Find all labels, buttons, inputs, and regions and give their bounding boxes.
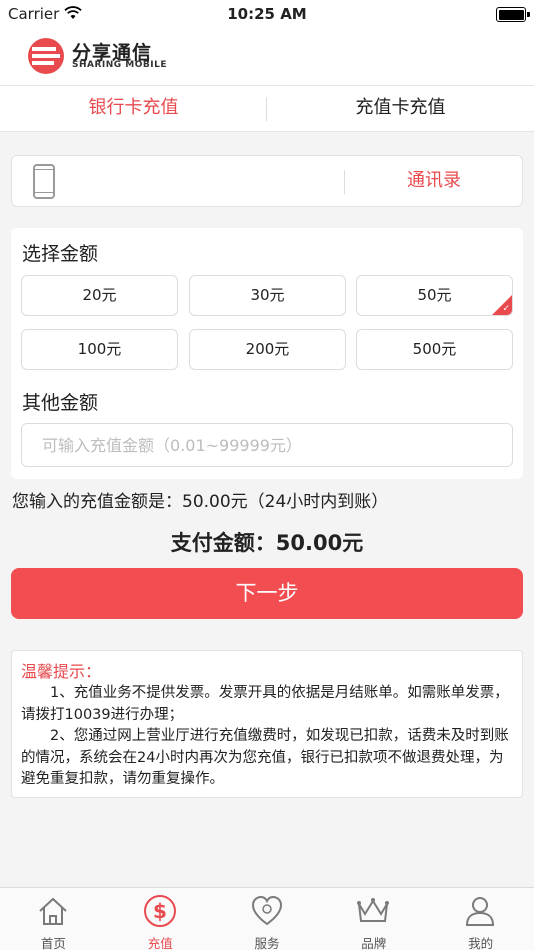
amount-option-20[interactable]: 20元 xyxy=(21,275,178,316)
amount-option-50[interactable]: 50元 ✓ xyxy=(356,275,513,316)
amount-label: 20元 xyxy=(82,286,117,304)
brand-subtitle: SHARING MOBILE xyxy=(72,60,168,70)
tabbar-mine[interactable]: 我的 xyxy=(427,888,534,950)
tabbar-brand[interactable]: 品牌 xyxy=(320,888,427,950)
amount-label: 500元 xyxy=(412,340,457,358)
status-bar: Carrier 10:25 AM xyxy=(0,0,534,28)
battery-icon xyxy=(496,7,530,22)
dollar-circle-icon: $ xyxy=(143,895,176,927)
tabbar-label: 服务 xyxy=(254,936,280,950)
tabbar-recharge[interactable]: $ 充值 xyxy=(107,888,214,950)
amount-label: 30元 xyxy=(250,286,285,304)
amount-option-30[interactable]: 30元 xyxy=(189,275,346,316)
tabbar-label: 首页 xyxy=(40,936,66,950)
brand-logo-icon xyxy=(28,38,64,74)
entered-amount-text: 您输入的充值金额是：50.00元（24小时内到账） xyxy=(12,492,389,512)
divider xyxy=(344,170,345,194)
mobile-phone-icon xyxy=(33,164,55,199)
phone-number-input[interactable] xyxy=(74,166,334,196)
bottom-tab-bar: 首页 $ 充值 服务 品牌 我的 xyxy=(0,887,534,950)
phone-number-row: 通讯录 xyxy=(11,155,523,207)
crown-icon xyxy=(357,898,390,922)
tips-title: 温馨提示： xyxy=(21,662,102,681)
other-amount-title: 其他金额 xyxy=(22,392,99,414)
header: 分享通信 SHARING MOBILE xyxy=(0,28,534,86)
tabbar-service[interactable]: 服务 xyxy=(214,888,321,950)
recharge-tabs: 银行卡充值 充值卡充值 xyxy=(0,86,534,132)
amount-label: 100元 xyxy=(77,340,122,358)
tabbar-label: 我的 xyxy=(468,936,494,950)
clock: 10:25 AM xyxy=(227,5,307,23)
tabbar-label: 充值 xyxy=(147,936,173,950)
tab-card-recharge[interactable]: 充值卡充值 xyxy=(267,86,534,132)
contacts-button[interactable]: 通讯录 xyxy=(346,156,522,206)
tips-body: 1、充值业务不提供发票。发票开具的依据是月结账单。如需账单发票，请拨打10039… xyxy=(21,685,509,787)
amount-panel: 选择金额 20元 30元 50元 ✓ 100元 200元 500元 其他金额 xyxy=(11,228,523,479)
tab-bank-card-recharge[interactable]: 银行卡充值 xyxy=(0,86,267,132)
amount-option-500[interactable]: 500元 xyxy=(356,329,513,370)
home-icon xyxy=(39,897,67,925)
tabbar-label: 品牌 xyxy=(361,936,387,950)
amount-option-100[interactable]: 100元 xyxy=(21,329,178,370)
pay-amount-text: 支付金额：50.00元 xyxy=(170,531,364,555)
amount-option-200[interactable]: 200元 xyxy=(189,329,346,370)
svg-text:$: $ xyxy=(153,899,167,923)
tips-box: 温馨提示： 1、充值业务不提供发票。发票开具的依据是月结账单。如需账单发票，请拨… xyxy=(11,650,523,798)
heart-service-icon xyxy=(251,895,282,926)
tabbar-home[interactable]: 首页 xyxy=(0,888,107,950)
other-amount-input[interactable] xyxy=(21,423,513,467)
amount-label: 50元 xyxy=(417,286,452,304)
select-amount-title: 选择金额 xyxy=(22,243,99,265)
next-step-button[interactable]: 下一步 xyxy=(11,568,523,619)
amount-label: 200元 xyxy=(245,340,290,358)
user-icon xyxy=(466,897,495,926)
checkmark-icon: ✓ xyxy=(502,304,510,314)
